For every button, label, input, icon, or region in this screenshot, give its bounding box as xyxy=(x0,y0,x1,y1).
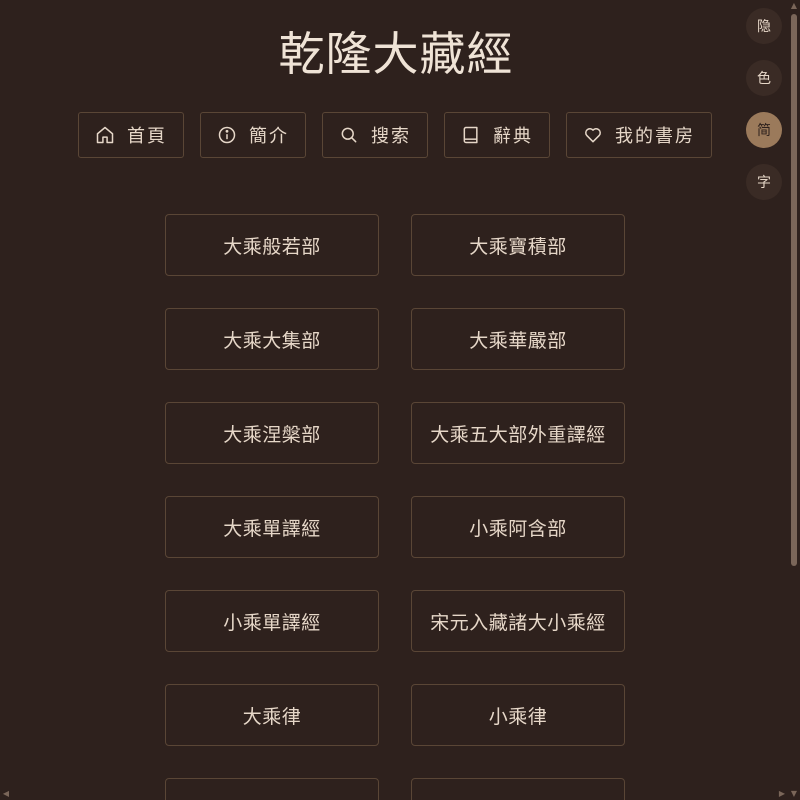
vertical-scrollbar[interactable]: ▲ ▼ xyxy=(788,0,800,800)
nav-intro-label: 簡介 xyxy=(249,126,289,147)
section-button[interactable]: 小乘律 xyxy=(411,684,625,746)
info-icon xyxy=(217,125,237,145)
section-button[interactable]: 大乘華嚴部 xyxy=(411,308,625,370)
section-button[interactable] xyxy=(165,778,379,800)
nav-home-button[interactable]: 首頁 xyxy=(78,112,184,158)
section-button[interactable]: 大乘涅槃部 xyxy=(165,402,379,464)
nav-dictionary-button[interactable]: 辭典 xyxy=(444,112,550,158)
nav-search-button[interactable]: 搜索 xyxy=(322,112,428,158)
section-button[interactable]: 大乘大集部 xyxy=(165,308,379,370)
section-button[interactable]: 小乘阿含部 xyxy=(411,496,625,558)
nav-my-library-button[interactable]: 我的書房 xyxy=(566,112,712,158)
hide-button[interactable]: 隐 xyxy=(746,8,782,44)
section-button[interactable]: 大乘單譯經 xyxy=(165,496,379,558)
section-grid: 大乘般若部 大乘寶積部 大乘大集部 大乘華嚴部 大乘涅槃部 大乘五大部外重譯經 … xyxy=(165,214,625,800)
nav-dictionary-label: 辭典 xyxy=(493,126,533,147)
section-button[interactable]: 小乘單譯經 xyxy=(165,590,379,652)
heart-icon xyxy=(583,125,603,145)
page: 乾隆大藏經 首頁 簡介 搜索 辭典 我的書房 隐 色 简 字 大乘般若部 大乘寶… xyxy=(0,0,800,800)
nav-home-label: 首頁 xyxy=(127,126,167,147)
nav-intro-button[interactable]: 簡介 xyxy=(200,112,306,158)
page-title: 乾隆大藏經 xyxy=(278,27,514,81)
scroll-up-icon[interactable]: ▲ xyxy=(788,0,800,12)
section-button[interactable]: 宋元入藏諸大小乘經 xyxy=(411,590,625,652)
section-button[interactable]: 大乘寶積部 xyxy=(411,214,625,276)
section-button[interactable]: 大乘五大部外重譯經 xyxy=(411,402,625,464)
search-icon xyxy=(339,125,359,145)
section-button[interactable]: 大乘律 xyxy=(165,684,379,746)
color-button[interactable]: 色 xyxy=(746,60,782,96)
top-nav: 首頁 簡介 搜索 辭典 我的書房 xyxy=(78,112,712,158)
home-icon xyxy=(95,125,115,145)
nav-my-library-label: 我的書房 xyxy=(615,126,695,147)
section-button[interactable]: 大乘般若部 xyxy=(165,214,379,276)
section-button[interactable] xyxy=(411,778,625,800)
scroll-left-icon[interactable]: ◀ xyxy=(0,788,12,800)
side-toolbar: 隐 色 简 字 xyxy=(746,8,782,200)
book-icon xyxy=(461,125,481,145)
scroll-thumb[interactable] xyxy=(791,14,797,566)
font-button[interactable]: 字 xyxy=(746,164,782,200)
simplified-button[interactable]: 简 xyxy=(746,112,782,148)
scroll-right-icon[interactable]: ▶ xyxy=(776,788,788,800)
scroll-down-icon[interactable]: ▼ xyxy=(788,788,800,800)
nav-search-label: 搜索 xyxy=(371,126,411,147)
